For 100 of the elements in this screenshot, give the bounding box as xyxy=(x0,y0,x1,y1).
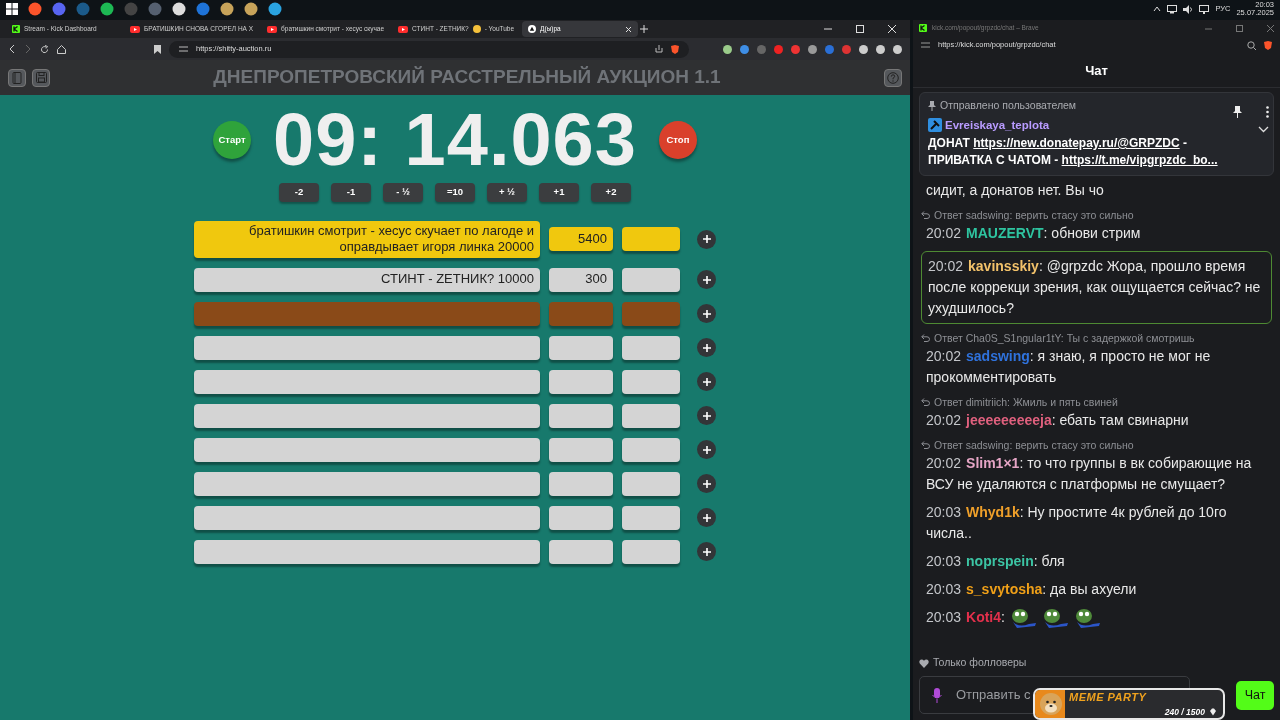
link[interactable]: https://new.donatepay.ru/@GRPZDC xyxy=(973,136,1180,150)
lot-extra-field[interactable] xyxy=(622,335,680,360)
lot-extra-field[interactable] xyxy=(622,227,680,252)
lot-amount-field[interactable] xyxy=(549,335,613,360)
lot-name-field[interactable] xyxy=(194,369,540,394)
help-button[interactable] xyxy=(884,68,902,87)
lot-amount-field[interactable] xyxy=(549,369,613,394)
link[interactable]: https://t.me/vipgrpzdc_bo... xyxy=(1061,152,1218,167)
windows-logo-icon[interactable] xyxy=(6,3,18,15)
zoom-icon[interactable] xyxy=(1247,40,1256,50)
add-button[interactable] xyxy=(697,229,716,249)
kebab-menu-icon[interactable] xyxy=(1266,106,1269,118)
chat-message: 20:02 MAUZERVT: обнови стрим xyxy=(925,223,1142,243)
chat-message: 20:02 sadswing: я знаю, я просто не мог не прокомментировать xyxy=(925,346,1212,387)
time-adjust-button[interactable]: - ½ xyxy=(383,183,423,202)
lot-name-field[interactable] xyxy=(194,301,540,326)
stop-button[interactable]: Стоп xyxy=(658,121,697,159)
lot-extra-field[interactable] xyxy=(622,267,680,292)
lot-amount-field[interactable] xyxy=(549,471,613,496)
minimize-icon[interactable] xyxy=(824,25,832,33)
new-tab-plus-icon[interactable] xyxy=(640,25,649,33)
lot-name-field[interactable] xyxy=(194,437,540,462)
lot-extra-field[interactable] xyxy=(622,539,680,564)
lot-extra-field[interactable] xyxy=(622,437,680,462)
add-button[interactable] xyxy=(697,508,716,527)
add-button[interactable] xyxy=(697,338,716,357)
chat-message: 20:02 Slim1×1: то что группы в вк собирающие на ВСУ не удаляются с платформы не смущает? xyxy=(925,453,1253,494)
lot-name-field[interactable] xyxy=(194,505,540,530)
reply-arrow-icon xyxy=(921,440,930,449)
plus-icon xyxy=(702,275,711,284)
send-button[interactable]: Чат xyxy=(1236,680,1274,710)
lot-amount-field[interactable] xyxy=(549,539,613,564)
add-button[interactable] xyxy=(697,304,716,323)
message-input[interactable]: Отправить с xyxy=(954,684,1044,706)
reply-arrow-icon xyxy=(921,397,930,406)
reply-arrow-icon xyxy=(921,210,930,219)
chat-message: сидит, а донатов нет. Вы чо xyxy=(925,180,1105,200)
lot-name-field[interactable] xyxy=(194,471,540,496)
time-adjust-button[interactable]: + ½ xyxy=(487,183,527,202)
add-button[interactable] xyxy=(697,474,716,493)
points-counter: 240 / 1500 xyxy=(1164,705,1205,718)
speaker-icon[interactable] xyxy=(1183,4,1194,14)
lot-name-field[interactable] xyxy=(194,539,540,564)
sidebar-button[interactable] xyxy=(8,68,26,87)
gem-icon xyxy=(1209,708,1217,717)
lot-name-field[interactable]: СТИНТ - ZETНИК? 10000 xyxy=(194,267,540,292)
network-icon[interactable] xyxy=(1167,4,1178,14)
chevron-up-icon[interactable] xyxy=(1153,5,1162,13)
highlighted-message: 20:02 kavinsskiy: @grpzdc Жора, прошло время после коррекци зрения, как ощущается сейчас? не ухудшилось? xyxy=(921,250,1272,324)
video-play-icon xyxy=(130,25,140,33)
share-icon[interactable] xyxy=(655,44,663,53)
add-button[interactable] xyxy=(697,270,716,289)
k-logo-icon xyxy=(12,25,20,33)
add-button[interactable] xyxy=(697,372,716,391)
lot-extra-field[interactable] xyxy=(622,505,680,530)
lot-amount-field[interactable]: 5400 xyxy=(549,227,613,252)
lot-extra-field[interactable] xyxy=(622,471,680,496)
add-button[interactable] xyxy=(697,542,716,561)
pin-icon[interactable] xyxy=(1233,106,1242,118)
panel-icon xyxy=(12,71,22,84)
followers-only-label: Только фолловеры xyxy=(933,655,1027,671)
bookmark-icon[interactable] xyxy=(154,44,161,54)
overlay-title: MEME PARTY xyxy=(1069,690,1148,706)
hammer-badge-icon xyxy=(928,118,942,133)
reply-preview: Ответ Cha0S_S1ngular1tY: Ты с задержкой смотришь xyxy=(934,330,1195,345)
lot-name-field[interactable] xyxy=(194,403,540,428)
time-adjust-button[interactable]: +2 xyxy=(591,183,631,202)
sliders-icon xyxy=(179,45,188,53)
add-button[interactable] xyxy=(697,440,716,459)
chat-message: 20:03 Whyd1k: Ну простите 4к рублей до 10го числа.. xyxy=(925,502,1228,543)
reload-icon[interactable] xyxy=(40,44,49,54)
add-button[interactable] xyxy=(697,406,716,425)
save-button[interactable] xyxy=(32,68,50,87)
lot-amount-field[interactable] xyxy=(549,403,613,428)
pinned-label: Отправлено пользователем xyxy=(940,98,1077,113)
chat-message: 20:02 jeeeeeeeeeja: ебать там свинарни xyxy=(925,410,1190,430)
lot-name-field[interactable]: братишкин смотрит - хесус скучает по лагоде и оправдывает игоря линка 20000 xyxy=(194,221,540,258)
time-adjust-button[interactable]: =10 xyxy=(435,183,475,202)
time-adjust-button[interactable]: -1 xyxy=(331,183,371,202)
question-mark-icon xyxy=(887,71,899,84)
plus-icon xyxy=(702,479,711,488)
chevron-down-icon[interactable] xyxy=(1258,126,1269,133)
home-icon[interactable] xyxy=(57,44,66,54)
chat-message: 20:03 Koti4: xyxy=(921,606,1272,628)
reply-preview: Ответ sadswing: верить стасу это сильно xyxy=(934,437,1134,452)
video-play-icon xyxy=(267,25,278,33)
username[interactable]: Evreiskaya_teplota xyxy=(945,116,1050,134)
lot-amount-field[interactable]: 300 xyxy=(549,267,613,292)
monitor-icon[interactable] xyxy=(1199,4,1210,14)
lot-amount-field[interactable] xyxy=(549,437,613,462)
k-logo-icon xyxy=(919,24,927,32)
time-adjust-button[interactable]: -2 xyxy=(279,183,319,202)
lot-amount-field[interactable] xyxy=(549,505,613,530)
lot-extra-field[interactable] xyxy=(622,403,680,428)
lot-extra-field[interactable] xyxy=(622,369,680,394)
lot-name-field[interactable] xyxy=(194,335,540,360)
lot-extra-field[interactable] xyxy=(622,301,680,326)
time-adjust-button[interactable]: +1 xyxy=(539,183,579,202)
pin-icon xyxy=(928,100,936,111)
lot-amount-field[interactable] xyxy=(549,301,613,326)
